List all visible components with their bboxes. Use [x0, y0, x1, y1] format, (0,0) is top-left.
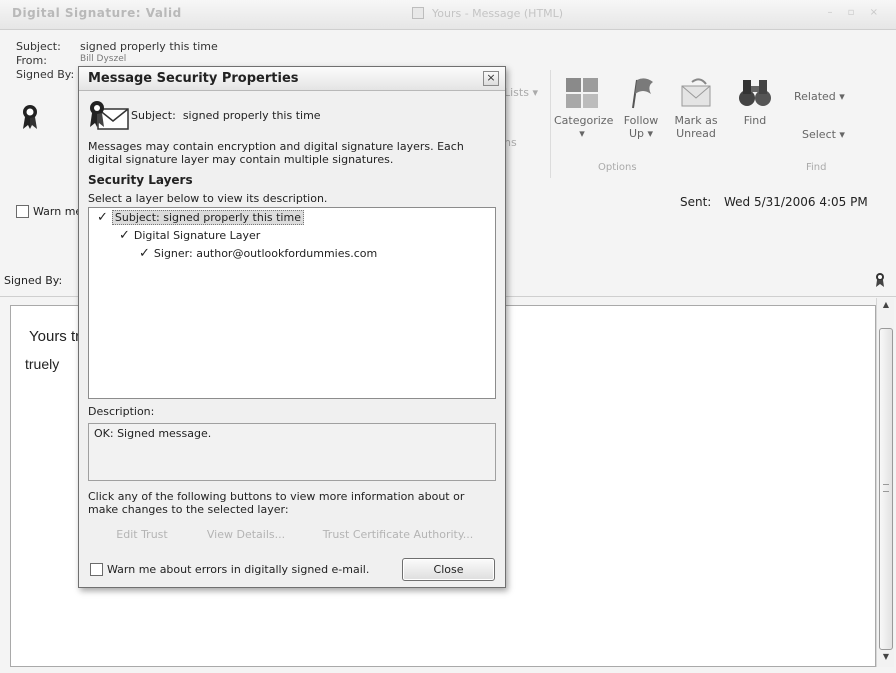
- checkbox-box: [90, 563, 103, 576]
- dialog-info-text: Messages may contain encryption and digi…: [88, 140, 464, 166]
- vertical-scrollbar[interactable]: ▲ ▼: [876, 298, 894, 667]
- follow-up-button[interactable]: Follow Up ▾: [616, 76, 666, 140]
- tree-item-label: Digital Signature Layer: [133, 229, 261, 242]
- security-layers-tree[interactable]: ✓ Subject: signed properly this time ✓ Dig…: [88, 207, 496, 399]
- signed-by-label: Signed By:: [16, 68, 75, 81]
- body-text-line-2: truely: [25, 356, 60, 372]
- tree-item-subject[interactable]: ✓ Subject: signed properly this time: [97, 210, 304, 225]
- checkmark-icon: ✓: [119, 228, 130, 243]
- categorize-label: Categorize: [554, 114, 614, 127]
- find-label: Find: [743, 114, 767, 127]
- signed-by-label-2: Signed By:: [4, 274, 63, 287]
- categorize-icon: [566, 78, 598, 108]
- tree-item-signer[interactable]: ✓ Signer: author@outlookfordummies.com: [139, 246, 377, 261]
- tree-item-signature-layer[interactable]: ✓ Digital Signature Layer: [119, 228, 260, 243]
- window-app-icon: [412, 7, 424, 19]
- sent-value: Wed 5/31/2006 4:05 PM: [724, 195, 868, 209]
- warn-me-checkbox[interactable]: Warn me: [16, 205, 82, 218]
- close-button[interactable]: Close: [402, 558, 495, 581]
- envelope-icon: [681, 78, 711, 107]
- dialog-subject: Subject: signed properly this time: [131, 109, 321, 122]
- unread-label: Unread: [676, 127, 716, 140]
- sent-label: Sent:: [680, 195, 712, 209]
- dialog-title: Message Security Properties: [88, 71, 299, 86]
- warn-errors-label: Warn me about errors in digitally signed…: [107, 563, 370, 576]
- subject-label: Subject:: [16, 40, 61, 53]
- checkbox-box: [16, 205, 29, 218]
- scroll-down-arrow-icon[interactable]: ▼: [879, 652, 893, 666]
- categorize-button[interactable]: Categorize ▾: [554, 76, 614, 140]
- scroll-up-arrow-icon[interactable]: ▲: [879, 300, 893, 316]
- ribbon-separator: [550, 70, 551, 178]
- binoculars-icon: [739, 80, 771, 106]
- tree-item-label: Signer: author@outlookfordummies.com: [153, 247, 378, 260]
- related-button[interactable]: Related ▾: [794, 90, 845, 103]
- ribbon-lists-button[interactable]: Lists ▾: [504, 86, 538, 99]
- scroll-grip: [883, 484, 889, 492]
- body-text-line-1: Yours tr: [29, 328, 81, 345]
- subject-value: signed properly this time: [80, 40, 218, 53]
- description-label: Description:: [88, 405, 155, 418]
- dialog-subject-value: signed properly this time: [182, 109, 321, 122]
- trust-certificate-authority-button[interactable]: Trust Certificate Authority...: [305, 524, 491, 546]
- flag-icon: [632, 78, 653, 109]
- edit-trust-button[interactable]: Edit Trust: [97, 524, 187, 546]
- warn-me-label: Warn me: [33, 205, 83, 218]
- dialog-subject-label: Subject:: [131, 109, 176, 122]
- warn-errors-checkbox[interactable]: Warn me about errors in digitally signed…: [90, 563, 369, 576]
- ribbon-group-options: Options: [598, 162, 637, 173]
- security-layers-hint: Select a layer below to view its descrip…: [88, 192, 328, 205]
- checkmark-icon: ✓: [139, 246, 150, 261]
- categorize-arrow: ▾: [579, 127, 585, 140]
- window-titlebar: Digital Signature: Valid Yours - Message…: [0, 0, 896, 30]
- from-value: Bill Dyszel: [80, 54, 127, 64]
- mark-as-label: Mark as: [674, 114, 718, 127]
- signature-ribbon-icon[interactable]: [21, 104, 39, 133]
- ribbon: Lists ▾ ns Categorize ▾ Follow Up ▾ Mark…: [500, 66, 896, 184]
- signed-envelope-icon: [88, 99, 130, 136]
- from-label: From:: [16, 54, 47, 67]
- checkmark-icon: ✓: [97, 210, 108, 225]
- window-title: Digital Signature: Valid: [12, 6, 182, 20]
- dialog-titlebar[interactable]: Message Security Properties ×: [79, 67, 505, 91]
- select-button[interactable]: Select ▾: [802, 128, 845, 141]
- description-field: OK: Signed message.: [88, 423, 496, 481]
- signature-small-icon[interactable]: [874, 272, 886, 291]
- follow-up-label2: Up ▾: [628, 127, 654, 140]
- security-layers-heading: Security Layers: [88, 173, 193, 187]
- buttons-info-text: Click any of the following buttons to vi…: [88, 490, 465, 516]
- scroll-thumb[interactable]: [879, 328, 893, 650]
- window-controls[interactable]: – ▫ ×: [827, 7, 884, 18]
- follow-up-label: Follow: [623, 114, 659, 127]
- ribbon-group-find: Find: [806, 162, 827, 173]
- tree-item-label: Subject: signed properly this time: [111, 210, 304, 225]
- view-details-button[interactable]: View Details...: [197, 524, 295, 546]
- dialog-close-icon[interactable]: ×: [483, 71, 499, 86]
- window-app-title: Yours - Message (HTML): [432, 7, 564, 20]
- mark-as-unread-button[interactable]: Mark as Unread: [670, 76, 722, 140]
- security-properties-dialog: Message Security Properties × Subject: s…: [78, 66, 506, 588]
- find-button[interactable]: Find: [732, 76, 778, 127]
